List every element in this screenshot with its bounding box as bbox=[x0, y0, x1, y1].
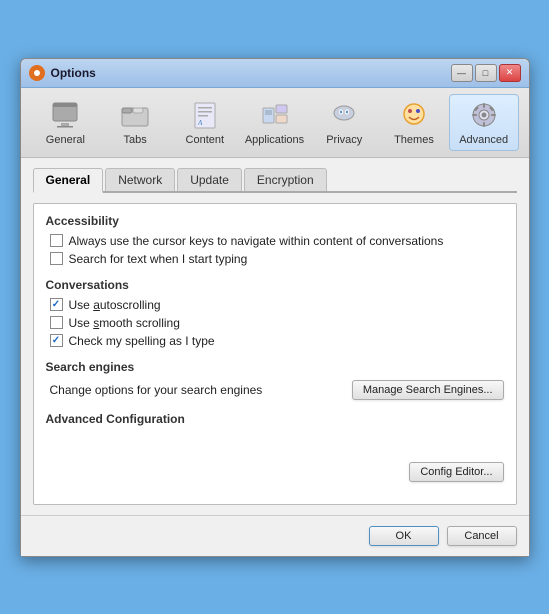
toolbar-label-themes: Themes bbox=[394, 134, 434, 146]
checkbox-autoscrolling[interactable] bbox=[50, 298, 63, 311]
tab-general[interactable]: General bbox=[33, 168, 104, 193]
app-icon bbox=[29, 65, 45, 81]
themes-icon bbox=[398, 99, 430, 131]
label-spell-check: Check my spelling as I type bbox=[69, 334, 215, 348]
search-engines-title: Search engines bbox=[46, 360, 504, 374]
general-icon bbox=[49, 99, 81, 131]
toolbar-item-applications[interactable]: Applications bbox=[240, 94, 310, 151]
toolbar: General Tabs A bbox=[21, 88, 529, 158]
label-cursor-keys: Always use the cursor keys to navigate w… bbox=[69, 234, 444, 248]
window-title: Options bbox=[51, 66, 96, 80]
toolbar-label-privacy: Privacy bbox=[326, 134, 362, 146]
title-bar-left: Options bbox=[29, 65, 96, 81]
content-icon: A bbox=[189, 99, 221, 131]
advanced-icon bbox=[468, 99, 500, 131]
toolbar-item-themes[interactable]: Themes bbox=[379, 94, 449, 151]
checkbox-cursor-keys[interactable] bbox=[50, 234, 63, 247]
option-spell-check: Check my spelling as I type bbox=[46, 334, 504, 348]
search-engines-row: Change options for your search engines M… bbox=[46, 380, 504, 400]
tab-update[interactable]: Update bbox=[177, 168, 242, 191]
option-search-typing: Search for text when I start typing bbox=[46, 252, 504, 266]
option-smooth-scrolling: Use smooth scrolling bbox=[46, 316, 504, 330]
checkbox-smooth-scrolling[interactable] bbox=[50, 316, 63, 329]
accessibility-title: Accessibility bbox=[46, 214, 504, 228]
conversations-title: Conversations bbox=[46, 278, 504, 292]
checkbox-search-typing[interactable] bbox=[50, 252, 63, 265]
cancel-button[interactable]: Cancel bbox=[447, 526, 517, 546]
label-search-typing: Search for text when I start typing bbox=[69, 252, 248, 266]
advanced-config-title: Advanced Configuration bbox=[46, 412, 504, 426]
manage-search-engines-button[interactable]: Manage Search Engines... bbox=[352, 380, 504, 400]
footer: OK Cancel bbox=[21, 515, 529, 556]
search-engines-section: Search engines Change options for your s… bbox=[46, 360, 504, 400]
label-smooth-scrolling: Use smooth scrolling bbox=[69, 316, 180, 330]
minimize-button[interactable]: — bbox=[451, 64, 473, 82]
toolbar-item-privacy[interactable]: Privacy bbox=[309, 94, 379, 151]
toolbar-item-general[interactable]: General bbox=[31, 94, 101, 151]
label-autoscrolling: Use autoscrolling bbox=[69, 298, 161, 312]
advanced-config-section: Advanced Configuration Config Editor... bbox=[46, 412, 504, 482]
svg-text:A: A bbox=[197, 119, 203, 127]
options-window: Options — □ ✕ General bbox=[20, 58, 530, 557]
toolbar-label-advanced: Advanced bbox=[459, 134, 508, 146]
toolbar-label-general: General bbox=[46, 134, 85, 146]
toolbar-label-applications: Applications bbox=[245, 134, 304, 146]
toolbar-item-content[interactable]: A Content bbox=[170, 94, 240, 151]
tab-network[interactable]: Network bbox=[105, 168, 175, 191]
toolbar-label-tabs: Tabs bbox=[123, 134, 146, 146]
search-engines-label: Change options for your search engines bbox=[50, 383, 263, 397]
config-editor-button[interactable]: Config Editor... bbox=[409, 462, 503, 482]
toolbar-item-tabs[interactable]: Tabs bbox=[100, 94, 170, 151]
close-button[interactable]: ✕ bbox=[499, 64, 521, 82]
applications-icon bbox=[259, 99, 291, 131]
accessibility-section: Accessibility Always use the cursor keys… bbox=[46, 214, 504, 266]
option-autoscrolling: Use autoscrolling bbox=[46, 298, 504, 312]
tabs-icon bbox=[119, 99, 151, 131]
tab-bar: General Network Update Encryption bbox=[33, 168, 517, 193]
tab-encryption[interactable]: Encryption bbox=[244, 168, 327, 191]
conversations-section: Conversations Use autoscrolling Use smoo… bbox=[46, 278, 504, 348]
maximize-button[interactable]: □ bbox=[475, 64, 497, 82]
settings-panel: Accessibility Always use the cursor keys… bbox=[33, 203, 517, 505]
privacy-icon bbox=[328, 99, 360, 131]
title-controls: — □ ✕ bbox=[451, 64, 521, 82]
option-cursor-keys: Always use the cursor keys to navigate w… bbox=[46, 234, 504, 248]
toolbar-label-content: Content bbox=[186, 134, 225, 146]
content-area: General Network Update Encryption Access… bbox=[21, 158, 529, 515]
title-bar: Options — □ ✕ bbox=[21, 59, 529, 88]
toolbar-item-advanced[interactable]: Advanced bbox=[449, 94, 519, 151]
advanced-config-area: Config Editor... bbox=[46, 432, 504, 482]
ok-button[interactable]: OK bbox=[369, 526, 439, 546]
checkbox-spell-check[interactable] bbox=[50, 334, 63, 347]
